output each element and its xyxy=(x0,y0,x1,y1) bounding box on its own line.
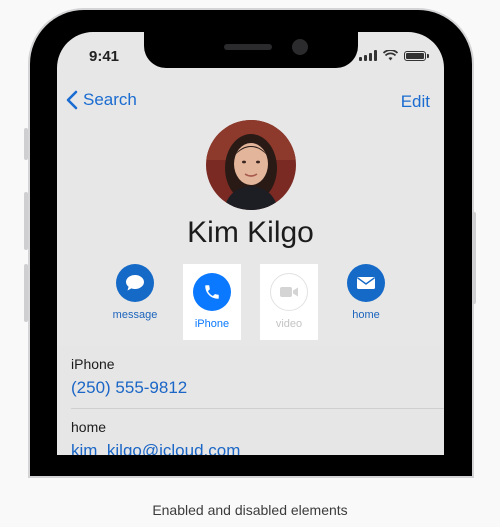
detail-row-email[interactable]: home kim_kilgo@icloud.com xyxy=(71,419,444,455)
contact-name: Kim Kilgo xyxy=(187,216,314,249)
volume-up-button xyxy=(24,192,28,250)
email-link[interactable]: kim_kilgo@icloud.com xyxy=(71,441,444,455)
mute-switch xyxy=(24,128,28,160)
notch xyxy=(144,32,358,68)
back-label: Search xyxy=(83,90,137,109)
detail-label: iPhone xyxy=(71,356,115,372)
video-camera-icon xyxy=(270,273,308,311)
video-action: video xyxy=(260,264,318,340)
iphone-action-label: iPhone xyxy=(194,318,230,330)
contact-details-list: iPhone (250) 555-9812 home kim_kilgo@icl… xyxy=(57,346,444,455)
status-icons xyxy=(359,50,429,61)
divider xyxy=(71,408,444,409)
detail-label: home xyxy=(71,419,107,435)
home-action-label: home xyxy=(352,309,380,321)
detail-row-phone[interactable]: iPhone (250) 555-9812 xyxy=(71,356,444,398)
home-email-action[interactable]: home xyxy=(336,264,396,321)
message-action[interactable]: message xyxy=(105,264,165,321)
phone-screen: 9:41 Search Edit Kim Kilgo message iPhon… xyxy=(57,32,444,455)
signal-icon xyxy=(359,50,377,61)
call-iphone-action[interactable]: iPhone xyxy=(183,264,241,340)
wifi-icon xyxy=(383,50,398,61)
volume-down-button xyxy=(24,264,28,322)
contact-avatar xyxy=(206,120,296,210)
back-button[interactable]: Search xyxy=(65,90,137,110)
message-label: message xyxy=(112,309,158,321)
phone-icon xyxy=(193,273,231,311)
front-camera xyxy=(292,39,308,55)
figure-caption: Enabled and disabled elements xyxy=(152,502,348,518)
chevron-left-icon xyxy=(66,90,78,110)
edit-button[interactable]: Edit xyxy=(401,92,430,112)
video-label: video xyxy=(275,318,303,330)
status-time: 9:41 xyxy=(89,48,120,65)
speaker xyxy=(224,44,272,50)
side-button xyxy=(472,212,476,304)
message-bubble-icon xyxy=(116,264,154,302)
phone-number-link[interactable]: (250) 555-9812 xyxy=(71,378,444,398)
battery-icon xyxy=(404,50,429,61)
envelope-icon xyxy=(347,264,385,302)
